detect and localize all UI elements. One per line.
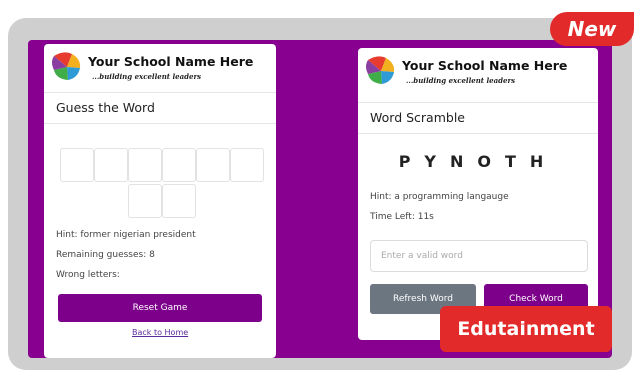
letter-tile[interactable] (162, 184, 196, 218)
new-badge: New (550, 12, 634, 46)
wrong-letters-label: Wrong letters: (56, 270, 120, 280)
school-tagline: ...building excellent leaders (92, 72, 202, 81)
reset-game-button[interactable]: Reset Game (58, 294, 262, 322)
school-logo-row: Your School Name Here ...building excell… (364, 54, 584, 92)
back-to-home-link[interactable]: Back to Home (132, 328, 188, 337)
remaining-guesses: Remaining guesses: 8 (56, 250, 155, 260)
school-logo-icon (52, 52, 81, 80)
category-badge: Edutainment (440, 306, 612, 352)
card-title: Guess the Word (44, 92, 276, 124)
letter-tile[interactable] (230, 148, 264, 182)
scrambled-word: PYNOTH (398, 152, 558, 171)
letter-tile[interactable] (128, 148, 162, 182)
letter-tile[interactable] (128, 184, 162, 218)
letter-tile[interactable] (196, 148, 230, 182)
school-logo-icon (366, 56, 395, 84)
school-logo-row: Your School Name Here ...building excell… (50, 50, 270, 88)
word-input[interactable]: Enter a valid word (370, 240, 588, 272)
letter-tile[interactable] (60, 148, 94, 182)
school-tagline: ...building excellent leaders (406, 76, 516, 85)
guess-the-word-card: Your School Name Here ...building excell… (44, 44, 276, 358)
letter-tile[interactable] (162, 148, 196, 182)
school-name: Your School Name Here (88, 54, 254, 69)
letter-tile[interactable] (94, 148, 128, 182)
card-title: Word Scramble (358, 102, 598, 134)
school-name: Your School Name Here (402, 58, 568, 73)
word-scramble-card: Your School Name Here ...building excell… (358, 48, 598, 340)
time-left: Time Left: 11s (370, 212, 434, 222)
hint-text: Hint: a programming langauge (370, 192, 509, 202)
hint-text: Hint: former nigerian president (56, 230, 196, 240)
